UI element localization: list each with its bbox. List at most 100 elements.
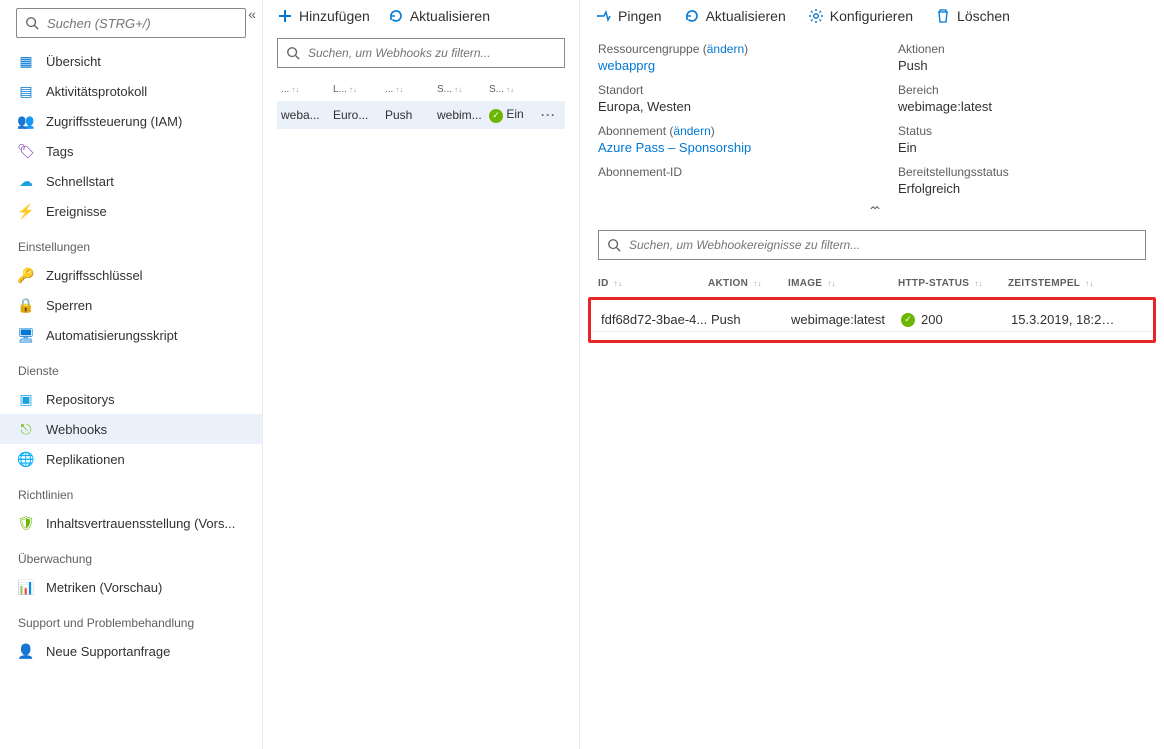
lock-icon: 🔒 [18, 297, 34, 313]
iam-icon: 👥 [18, 113, 34, 129]
support-icon: 👤 [18, 643, 34, 659]
add-button[interactable]: Hinzufügen [277, 8, 370, 24]
table-row[interactable]: weba... Euro... Push webim... ✓ Ein ··· [277, 101, 565, 129]
btn-label: Pingen [618, 8, 662, 24]
nav-label: Übersicht [46, 54, 101, 69]
row-menu-icon[interactable]: ··· [541, 108, 561, 122]
change-sub-link[interactable]: ändern [673, 124, 710, 138]
nav-search-input[interactable] [45, 15, 237, 32]
col-http[interactable]: HTTP-STATUS ↑↓ [898, 278, 1008, 289]
detail-toolbar: Pingen Aktualisieren Konfigurieren Lösch… [580, 0, 1164, 32]
plus-icon [277, 8, 293, 24]
col-status[interactable]: S...↑↓ [489, 84, 539, 95]
nav-events[interactable]: ⚡Ereignisse [0, 196, 262, 226]
nav-automation-script[interactable]: 🖥Automatisierungsskript [0, 320, 262, 350]
refresh-detail-button[interactable]: Aktualisieren [684, 8, 786, 24]
section-policies-title: Richtlinien [0, 474, 262, 508]
change-rg-link[interactable]: ändern [707, 42, 744, 56]
nav-repositories[interactable]: ▣Repositorys [0, 384, 262, 414]
events-filter[interactable] [598, 230, 1146, 260]
col-id[interactable]: ID ↑↓ [598, 278, 708, 289]
ping-button[interactable]: Pingen [596, 8, 662, 24]
btn-label: Hinzufügen [299, 8, 370, 24]
prop-scope: Bereich webimage:latest [898, 83, 1146, 114]
sub-value-link[interactable]: Azure Pass – Sponsorship [598, 140, 888, 155]
events-table: ID ↑↓ AKTION ↑↓ IMAGE ↑↓ HTTP-STATUS ↑↓ … [588, 270, 1156, 343]
highlighted-event-row: fdf68d72-3bae-4... Push webimage:latest … [588, 297, 1156, 343]
refresh-list-button[interactable]: Aktualisieren [388, 8, 490, 24]
configure-button[interactable]: Konfigurieren [808, 8, 913, 24]
nav-label: Neue Supportanfrage [46, 644, 170, 659]
nav-access-keys[interactable]: 🔑Zugriffsschlüssel [0, 260, 262, 290]
prop-rg: Ressourcengruppe (ändern) webapprg [598, 42, 888, 73]
key-icon: 🔑 [18, 267, 34, 283]
col-scope[interactable]: S...↑↓ [437, 84, 487, 95]
search-icon [25, 16, 39, 30]
prop-subscription: Abonnement (ändern) Azure Pass – Sponsor… [598, 124, 888, 155]
globe-icon: 🌐 [18, 451, 34, 467]
webhooks-table: ...↑↓ L...↑↓ ...↑↓ S...↑↓ S...↑↓ weba...… [277, 78, 565, 129]
cell-name: weba... [281, 108, 331, 122]
list-toolbar: Hinzufügen Aktualisieren [263, 0, 579, 32]
section-settings-title: Einstellungen [0, 226, 262, 260]
col-action[interactable]: AKTION ↑↓ [708, 278, 788, 289]
cell-action: Push [711, 312, 791, 327]
nav-group-overview: ▦ Übersicht ▤Aktivitätsprotokoll 👥 Zugriff… [0, 46, 262, 226]
nav-label: Webhooks [46, 422, 107, 437]
events-filter-input[interactable] [627, 237, 1137, 253]
prop-status: Status Ein [898, 124, 1146, 155]
cell-image: webim... [437, 108, 487, 122]
btn-label: Aktualisieren [410, 8, 490, 24]
col-name[interactable]: ...↑↓ [281, 84, 331, 95]
col-image[interactable]: IMAGE ↑↓ [788, 278, 898, 289]
nav-activity-log[interactable]: ▤Aktivitätsprotokoll [0, 76, 262, 106]
webhook-filter-input[interactable] [306, 45, 556, 61]
nav-quickstart[interactable]: ☁ Schnellstart [0, 166, 262, 196]
btn-label: Aktualisieren [706, 8, 786, 24]
quickstart-icon: ☁ [18, 173, 34, 189]
nav-support-request[interactable]: 👤 Neue Supportanfrage [0, 636, 262, 666]
nav-content-trust[interactable]: 🛡Inhaltsvertrauensstellung (Vors... [0, 508, 262, 538]
refresh-icon [684, 8, 700, 24]
nav-label: Automatisierungsskript [46, 328, 178, 343]
tag-icon: 🏷 [18, 143, 34, 159]
nav-iam[interactable]: 👥 Zugriffssteuerung (IAM) [0, 106, 262, 136]
webhook-filter[interactable] [277, 38, 565, 68]
nav-metrics[interactable]: 📊Metriken (Vorschau) [0, 572, 262, 602]
col-ts[interactable]: ZEITSTEMPEL ↑↓ [1008, 278, 1118, 289]
nav-label: Zugriffssteuerung (IAM) [46, 114, 182, 129]
section-services-title: Dienste [0, 350, 262, 384]
status-ok-icon: ✓ [489, 109, 503, 123]
prop-provisioning: Bereitstellungsstatus Erfolgreich [898, 165, 1146, 196]
nav-locks[interactable]: 🔒 Sperren [0, 290, 262, 320]
nav-label: Aktivitätsprotokoll [46, 84, 147, 99]
prop-subscription-id: Abonnement-ID [598, 165, 888, 196]
nav-webhooks[interactable]: ⎋Webhooks [0, 414, 262, 444]
nav-replications[interactable]: 🌐Replikationen [0, 444, 262, 474]
collapse-properties-icon[interactable] [580, 202, 1164, 224]
prop-actions: Aktionen Push [898, 42, 1146, 73]
nav-label: Schnellstart [46, 174, 114, 189]
event-row[interactable]: fdf68d72-3bae-4... Push webimage:latest … [591, 302, 1153, 332]
nav-search[interactable] [16, 8, 246, 38]
overview-icon: ▦ [18, 53, 34, 69]
nav-tags[interactable]: 🏷Tags [0, 136, 262, 166]
webhook-detail-panel: Pingen Aktualisieren Konfigurieren Lösch… [580, 0, 1164, 749]
repo-icon: ▣ [18, 391, 34, 407]
nav-label: Inhaltsvertrauensstellung (Vors... [46, 516, 235, 531]
table-head: ...↑↓ L...↑↓ ...↑↓ S...↑↓ S...↑↓ [277, 78, 565, 101]
nav-overview[interactable]: ▦ Übersicht [0, 46, 262, 76]
cell-image: webimage:latest [791, 312, 901, 327]
section-support-title: Support und Problembehandlung [0, 602, 262, 636]
cell-ts: 15.3.2019, 18:26 U... [1011, 312, 1121, 327]
collapse-nav-icon[interactable]: « [248, 6, 256, 22]
prop-location: Standort Europa, Westen [598, 83, 888, 114]
cell-act: Push [385, 108, 435, 122]
delete-button[interactable]: Löschen [935, 8, 1010, 24]
rg-value-link[interactable]: webapprg [598, 58, 888, 73]
col-act[interactable]: ...↑↓ [385, 84, 435, 95]
col-loc[interactable]: L...↑↓ [333, 84, 383, 95]
nav-label: Metriken (Vorschau) [46, 580, 162, 595]
left-nav-panel: « ▦ Übersicht ▤Aktivitätsprotokoll 👥 Zugri… [0, 0, 263, 749]
nav-label: Sperren [46, 298, 92, 313]
